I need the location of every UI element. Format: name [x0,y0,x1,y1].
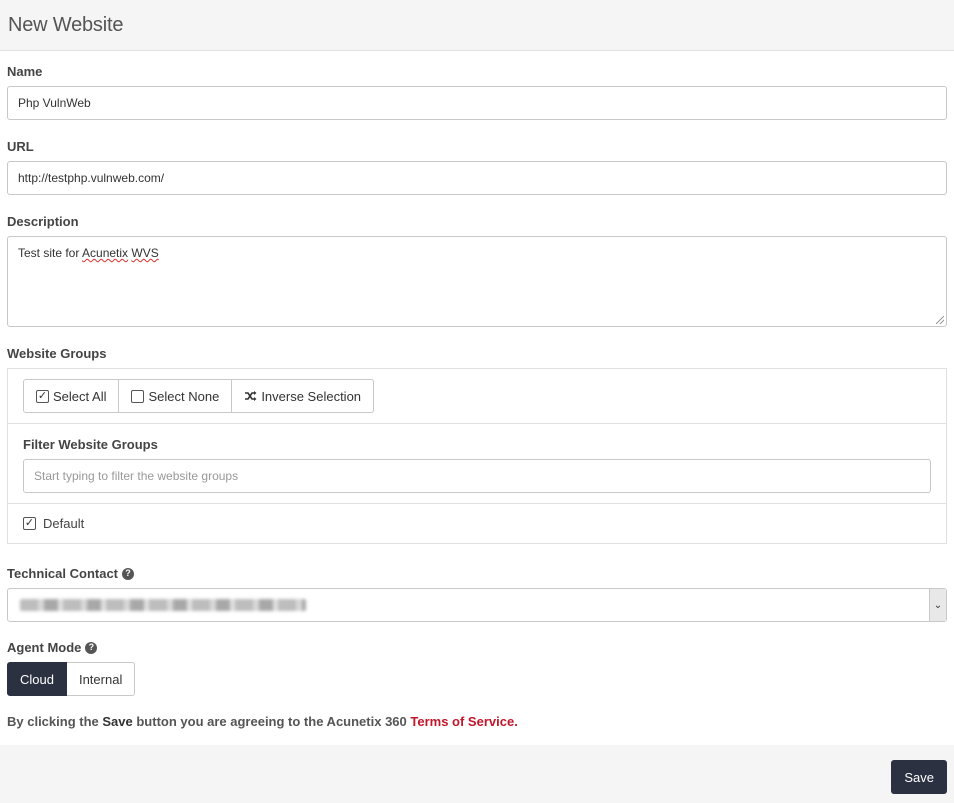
description-label: Description [7,214,79,229]
filter-groups-label: Filter Website Groups [23,437,158,452]
agent-mode-internal-button[interactable]: Internal [66,662,136,696]
redacted-contact-value [20,599,306,611]
url-label: URL [7,139,34,154]
question-circle-icon[interactable]: ? [85,641,98,654]
save-button[interactable]: Save [891,760,947,794]
resize-handle[interactable] [936,316,944,324]
filter-groups-input[interactable]: Start typing to filter the website group… [23,459,931,493]
square-icon [131,389,145,403]
url-input[interactable]: http://testphp.vulnweb.com/ [7,161,947,195]
selection-button-group: ✓ Select All Select None Inverse Selecti… [23,379,375,413]
inverse-selection-label: Inverse Selection [261,388,362,404]
group-item-default[interactable]: ✓ Default [8,504,946,543]
page-title: New Website [8,14,124,36]
terms-notice: By clicking the Save button you are agre… [7,714,518,729]
checkbox-checked-icon[interactable]: ✓ [23,517,36,530]
shuffle-icon [245,391,257,401]
footer-bar: Save [0,745,954,803]
question-circle-icon[interactable]: ? [122,567,135,580]
description-word-wvs: WVS [131,246,159,260]
terms-of-service-link[interactable]: Terms of Service [410,714,514,729]
select-none-button[interactable]: Select None [118,379,233,413]
agent-mode-label: Agent Mode ? [7,640,947,655]
filter-area: Filter Website Groups Start typing to fi… [8,424,946,504]
technical-contact-label: Technical Contact ? [7,566,947,581]
group-item-label: Default [43,516,85,531]
select-none-label: Select None [148,388,220,404]
select-all-button[interactable]: ✓ Select All [23,379,120,413]
groups-toolbar: ✓ Select All Select None Inverse Selecti… [8,369,946,424]
page-header: New Website [0,0,954,51]
name-input[interactable]: Php VulnWeb [7,86,947,120]
inverse-selection-button[interactable]: Inverse Selection [231,379,375,413]
website-form: Name Php VulnWeb URL http://testphp.vuln… [0,64,954,729]
description-word-acunetix: Acunetix [82,246,129,260]
description-text: Test site for [18,246,83,260]
description-textarea[interactable]: Test site for Acunetix WVS [7,236,947,327]
select-all-label: Select All [53,388,107,404]
agent-mode-toggle: Cloud Internal [7,662,947,696]
name-label: Name [7,64,43,79]
check-square-icon: ✓ [36,389,49,403]
chevron-down-icon[interactable]: ⌄ [929,589,946,621]
agent-mode-cloud-button[interactable]: Cloud [7,662,67,696]
website-groups-label: Website Groups [7,346,107,361]
technical-contact-select[interactable]: ⌄ [7,588,947,622]
website-groups-panel: ✓ Select All Select None Inverse Selecti… [7,368,947,544]
